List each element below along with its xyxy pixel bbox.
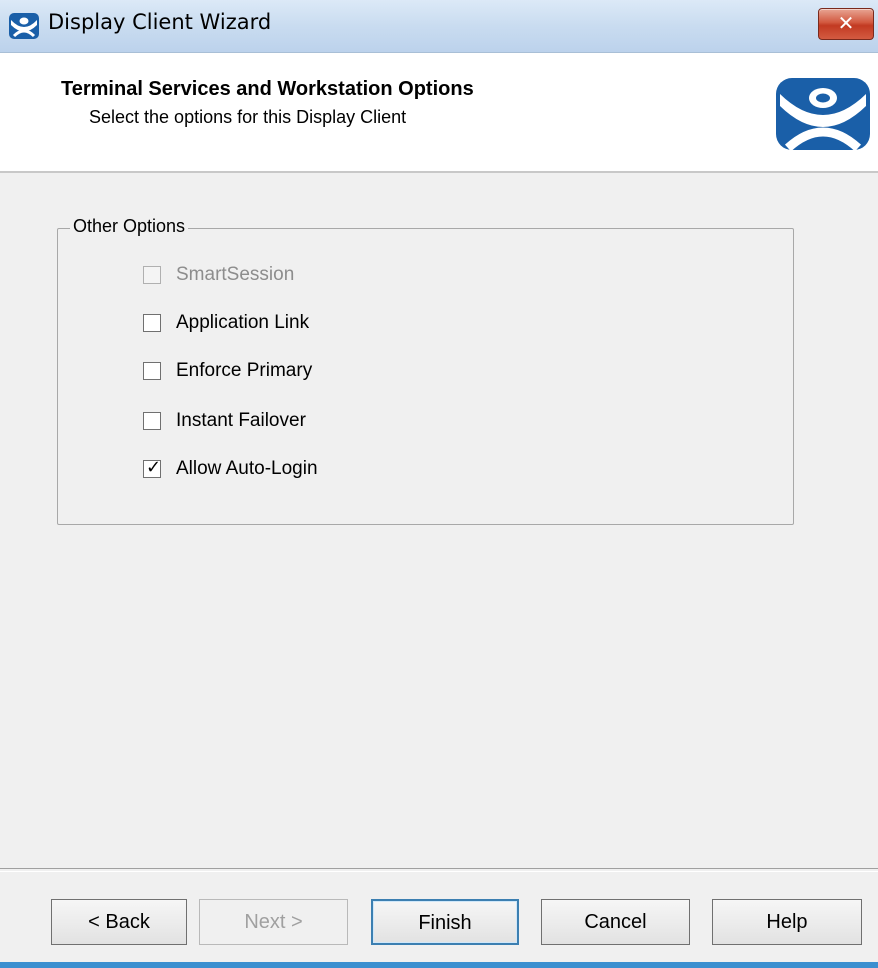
window-bottom-border	[0, 962, 878, 968]
checkbox-box[interactable]	[143, 412, 161, 430]
thinmanager-icon	[9, 13, 39, 39]
checkbox-box[interactable]	[143, 314, 161, 332]
window-title: Display Client Wizard	[48, 10, 272, 34]
close-button[interactable]: ✕	[818, 8, 874, 40]
checkbox-box[interactable]	[143, 266, 161, 284]
thinmanager-logo	[776, 78, 870, 152]
checkbox-label: Allow Auto-Login	[176, 458, 318, 479]
finish-button[interactable]: Finish	[371, 899, 519, 945]
checkbox-label: Application Link	[176, 312, 310, 333]
cancel-button[interactable]: Cancel	[541, 899, 690, 945]
wizard-header: Terminal Services and Workstation Option…	[0, 53, 878, 173]
next-button[interactable]: Next >	[199, 899, 348, 945]
page-subtitle: Select the options for this Display Clie…	[89, 107, 407, 127]
other-options-group	[57, 228, 794, 525]
wizard-window: Display Client Wizard ✕ Terminal Service…	[0, 0, 878, 968]
help-button[interactable]: Help	[712, 899, 862, 945]
checkbox-box[interactable]	[143, 362, 161, 380]
back-button[interactable]: < Back	[51, 899, 187, 945]
title-bar: Display Client Wizard ✕	[0, 0, 878, 53]
group-label: Other Options	[70, 216, 189, 237]
close-icon: ✕	[837, 11, 855, 35]
checkbox-box[interactable]: ✓	[143, 457, 162, 478]
page-title: Terminal Services and Workstation Option…	[61, 78, 474, 100]
checkbox-label: SmartSession	[176, 264, 295, 285]
button-separator	[0, 868, 878, 872]
checkmark-icon: ✓	[146, 457, 162, 478]
checkbox-label: Enforce Primary	[176, 360, 313, 381]
checkbox-label: Instant Failover	[176, 410, 306, 431]
